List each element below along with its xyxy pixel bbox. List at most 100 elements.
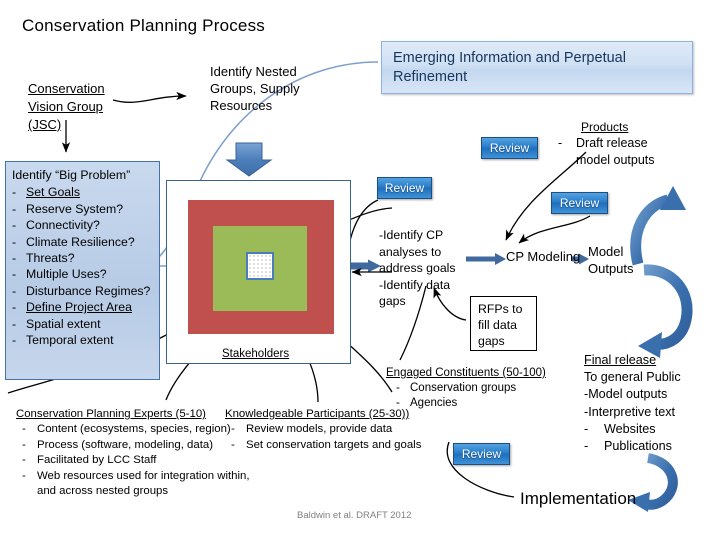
- list-item-label: Disturbance Regimes?: [26, 283, 151, 298]
- dash: -: [584, 421, 589, 436]
- list-item: - Reserve System?: [12, 201, 155, 217]
- list-item: - Websites: [584, 421, 720, 438]
- final-release-heading: Final release: [584, 353, 657, 367]
- list-item: - Define Project Area: [12, 299, 155, 315]
- list-item-label: Publications: [604, 439, 672, 454]
- rfp-line-3: gaps: [478, 334, 505, 348]
- page-title: Conservation Planning Process: [22, 16, 265, 35]
- core-dotted-square: [246, 252, 274, 280]
- dash: -: [12, 185, 17, 200]
- list-item-label: Facilitated by LCC Staff: [37, 454, 157, 467]
- list-item: - Disturbance Regimes?: [12, 283, 155, 299]
- list-item-label: Temporal extent: [26, 333, 114, 348]
- final-release-line-2: -Model outputs: [584, 387, 668, 402]
- list-item: - Web resources used for integration with…: [16, 469, 251, 500]
- model-outputs-line-2: Outputs: [588, 261, 634, 276]
- model-outputs-line-1: Model: [588, 244, 624, 259]
- dash: -: [12, 267, 17, 282]
- idcp-line-5: gaps: [379, 294, 406, 308]
- dash: -: [12, 218, 17, 233]
- list-item: - Process (software, modeling, data): [16, 438, 251, 453]
- credit-line: Baldwin et al. DRAFT 2012: [297, 510, 412, 521]
- idcp-line-3: address goals: [379, 261, 456, 275]
- big-problem-heading: Identify “Big Problem”: [12, 168, 131, 182]
- stakeholders-label: Stakeholders: [222, 348, 290, 360]
- review-button-implementation[interactable]: Review: [453, 443, 510, 465]
- review-label: Review: [559, 196, 600, 210]
- list-item-label: Spatial extent: [26, 316, 101, 331]
- final-release-block: Final release To general Public -Model o…: [584, 352, 720, 455]
- list-item: - Set Goals: [12, 184, 155, 200]
- cvg-line-3: (JSC): [28, 117, 62, 132]
- identify-cp-analyses: -Identify CP analyses to address goals -…: [379, 227, 471, 310]
- participants-heading: Knowledgeable Participants (25-30)): [225, 408, 410, 420]
- review-button-modeling[interactable]: Review: [551, 192, 608, 214]
- list-item-label: Set Goals: [26, 185, 80, 200]
- list-item-label: Threats?: [26, 251, 75, 266]
- identify-big-problem-box: Identify “Big Problem” - Set Goals - Reser…: [5, 161, 160, 380]
- idcp-line-4: -Identify data: [379, 277, 451, 292]
- emerging-information-banner[interactable]: Emerging Information and Perpetual Refin…: [381, 41, 693, 94]
- review-label: Review: [489, 141, 530, 155]
- dash: -: [12, 300, 17, 315]
- list-item-label: Connectivity?: [26, 218, 100, 233]
- dash: -: [396, 382, 400, 394]
- final-release-line-3: -Interpretive text: [584, 404, 675, 419]
- dash: -: [22, 423, 26, 436]
- list-item-label: Web resources used for integration withi…: [37, 469, 250, 498]
- list-item-label: Draft release model outputs: [576, 135, 655, 169]
- list-item: - Draft release model outputs: [558, 135, 713, 169]
- list-item: - Review models, provide data: [225, 422, 435, 437]
- list-item: - Set conservation targets and goals: [225, 438, 435, 453]
- conservation-planning-experts-block: Conservation Planning Experts (5-10) - Co…: [16, 407, 251, 499]
- cycle-arrow-lower: [638, 264, 693, 358]
- list-item: - Multiple Uses?: [12, 266, 155, 282]
- list-item-label: Define Project Area: [26, 300, 132, 315]
- dash: -: [12, 251, 17, 266]
- review-label: Review: [384, 181, 425, 195]
- list-item: - Threats?: [12, 250, 155, 266]
- products-list: - Draft release model outputs: [558, 135, 713, 169]
- review-button-analyses[interactable]: Review: [377, 177, 432, 199]
- nested-line-1: Identify Nested: [210, 64, 297, 79]
- engaged-constituents-block: Engaged Constituents (50-100) - Conservat…: [386, 366, 561, 411]
- engaged-heading: Engaged Constituents (50-100): [386, 367, 546, 379]
- knowledgeable-participants-block: Knowledgeable Participants (25-30)) - Rev…: [225, 407, 435, 453]
- list-item-label: Conservation groups: [410, 382, 517, 394]
- list-item-label: Websites: [604, 421, 656, 436]
- cp-modeling-label: CP Modeling: [506, 249, 581, 264]
- review-button-products[interactable]: Review: [481, 137, 538, 159]
- list-item-label: Process (software, modeling, data): [37, 438, 213, 451]
- big-problem-list: - Set Goals - Reserve System? - Connectivit…: [12, 184, 155, 348]
- idcp-line-2: analyses to: [379, 244, 442, 259]
- down-block-arrow: [225, 142, 273, 177]
- list-item-label: Multiple Uses?: [26, 267, 107, 282]
- nested-line-2: Groups, Supply: [210, 81, 300, 96]
- list-item-label: Climate Resilience?: [26, 234, 135, 249]
- products-heading: Products: [581, 120, 629, 134]
- list-item-label: Set conservation targets and goals: [246, 438, 422, 451]
- rfp-box: RFPs to fill data gaps: [470, 296, 537, 351]
- banner-text: Emerging Information and Perpetual Refin…: [393, 50, 626, 85]
- identify-nested-groups: Identify Nested Groups, Supply Resources: [210, 63, 330, 114]
- dash: -: [12, 316, 17, 331]
- list-item: - Spatial extent: [12, 316, 155, 332]
- idcp-line-1: -Identify CP: [379, 228, 444, 242]
- review-label: Review: [461, 447, 502, 461]
- list-item: - Temporal extent: [12, 332, 155, 348]
- list-item: - Content (ecosystems, species, region): [16, 422, 251, 437]
- conservation-vision-group: Conservation Vision Group (JSC): [28, 80, 148, 134]
- experts-heading: Conservation Planning Experts (5-10): [16, 408, 206, 420]
- dash: -: [12, 283, 17, 298]
- list-item: - Publications: [584, 438, 720, 455]
- dash: -: [22, 438, 26, 451]
- nested-line-3: Resources: [210, 98, 273, 113]
- rfp-line-1: RFPs to: [478, 302, 523, 316]
- dash: -: [231, 423, 235, 436]
- list-item: - Facilitated by LCC Staff: [16, 453, 251, 468]
- product-line-1: Draft release: [576, 136, 648, 150]
- cvg-line-2: Vision Group: [28, 99, 103, 114]
- cvg-line-1: Conservation: [28, 81, 105, 96]
- diagram-canvas: Conservation Planning Process Conservati…: [0, 0, 720, 540]
- list-item-label: Reserve System?: [26, 201, 124, 216]
